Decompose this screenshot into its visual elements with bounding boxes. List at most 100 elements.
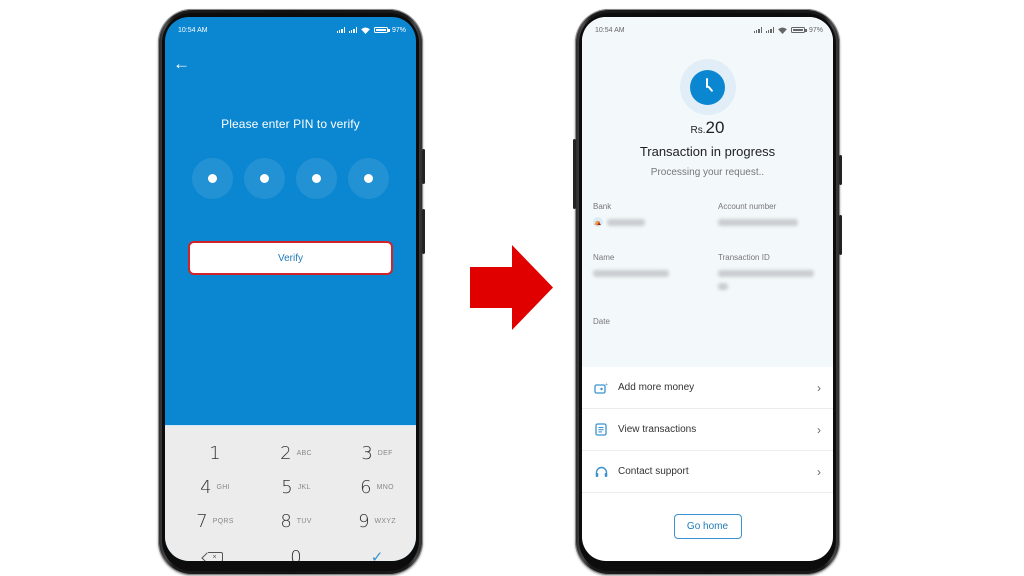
view-transactions-item[interactable]: View transactions › — [582, 409, 833, 451]
key-letters: DEF — [377, 449, 393, 457]
key-0[interactable]: 0 — [256, 540, 336, 562]
clock-icon — [690, 69, 725, 105]
pin-digit-indicator — [192, 158, 233, 199]
key-5[interactable]: 5 JKL — [256, 470, 336, 504]
headset-icon — [594, 465, 608, 479]
status-time: 10:54 AM — [178, 26, 208, 34]
key-1[interactable]: 1 — [175, 436, 255, 470]
key-digit: 7 — [196, 510, 208, 532]
key-letters: TUV — [296, 517, 312, 525]
status-bar: 10:54 AM 97% — [165, 17, 416, 43]
action-label: Add more money — [618, 382, 695, 393]
contact-support-item[interactable]: Contact support › — [582, 451, 833, 493]
volume-button — [422, 149, 425, 184]
key-digit: 2 — [280, 442, 292, 464]
pin-digit-indicator — [296, 158, 337, 199]
currency: Rs. — [690, 125, 706, 136]
pin-screen: 10:54 AM 97% ← Please enter PIN to verif… — [165, 17, 416, 561]
chevron-right-icon: › — [817, 422, 821, 437]
pin-digit-indicator — [348, 158, 389, 199]
transaction-id-redacted — [718, 270, 814, 277]
arrow-left-icon: ← — [173, 54, 190, 73]
status-icon-container — [679, 59, 736, 115]
action-label: View transactions — [618, 424, 697, 435]
key-digit: 0 — [290, 546, 302, 562]
account-number-label: Account number — [718, 202, 777, 211]
key-8[interactable]: 8 TUV — [256, 504, 336, 538]
back-button[interactable]: ← — [173, 55, 190, 72]
status-icons: 97% — [753, 26, 823, 34]
transaction-title: Transaction in progress — [639, 144, 776, 159]
go-home-button[interactable]: Go home — [673, 514, 742, 539]
battery-percent: 97% — [808, 26, 823, 34]
signal-icon — [765, 27, 774, 33]
account-number-redacted — [718, 219, 798, 226]
phone-left: 10:54 AM 97% ← Please enter PIN to verif… — [158, 9, 425, 575]
svg-text:+: + — [605, 382, 608, 388]
key-4[interactable]: 4 GHI — [175, 470, 255, 504]
battery-icon — [373, 27, 390, 33]
key-digit: 5 — [281, 476, 293, 498]
transaction-subtitle: Processing your request.. — [650, 167, 765, 178]
key-letters: ABC — [296, 449, 312, 457]
numeric-keypad: 1 2 ABC 3 DEF 4 GHI 5 JKL 6 MNO 7 PQRS 8… — [165, 425, 416, 561]
transaction-id-redacted-cont — [718, 283, 728, 290]
verify-button[interactable]: Verify — [188, 241, 393, 275]
key-letters: JKL — [297, 483, 311, 491]
transaction-id-label: Transaction ID — [718, 253, 770, 262]
name-label: Name — [593, 253, 615, 262]
key-2[interactable]: 2 ABC — [256, 436, 336, 470]
action-label: Contact support — [618, 466, 689, 477]
key-digit: 6 — [360, 476, 372, 498]
backspace-icon: × — [207, 552, 223, 561]
bank-name-redacted — [607, 219, 645, 226]
signal-icon — [336, 27, 345, 33]
battery-percent: 97% — [391, 26, 406, 34]
key-letters: GHI — [216, 483, 230, 491]
add-more-money-item[interactable]: + Add more money › — [582, 367, 833, 409]
key-digit: 1 — [209, 442, 221, 464]
chevron-right-icon: › — [817, 464, 821, 479]
key-digit: 4 — [200, 476, 212, 498]
arrow-right-icon — [470, 245, 553, 330]
key-3[interactable]: 3 DEF — [337, 436, 416, 470]
status-icons: 97% — [336, 26, 406, 34]
side-button — [573, 139, 576, 209]
wifi-icon — [778, 26, 787, 34]
bank-icon: ⛺ — [593, 217, 603, 227]
document-list-icon — [594, 423, 608, 437]
key-digit: 9 — [358, 510, 370, 532]
key-9[interactable]: 9 WXYZ — [337, 504, 416, 538]
volume-button — [839, 155, 842, 185]
key-letters: PQRS — [212, 517, 234, 525]
signal-icon — [753, 27, 762, 33]
wallet-add-icon: + — [594, 381, 608, 395]
key-letters: WXYZ — [374, 517, 396, 525]
status-time: 10:54 AM — [595, 26, 625, 34]
power-button — [422, 209, 425, 254]
amount-value: 20 — [705, 118, 725, 137]
pin-title: Please enter PIN to verify — [221, 117, 360, 131]
action-list: + Add more money › View transactions › C… — [582, 367, 833, 493]
signal-icon — [348, 27, 357, 33]
chevron-right-icon: › — [817, 380, 821, 395]
wifi-icon — [361, 26, 370, 34]
bank-label: Bank — [593, 202, 612, 211]
key-6[interactable]: 6 MNO — [337, 470, 416, 504]
transaction-screen: 10:54 AM 97% Rs.20 Transaction in progre… — [582, 17, 833, 561]
pin-digit-indicator — [244, 158, 285, 199]
name-redacted — [593, 270, 669, 277]
key-confirm[interactable]: ✓ — [337, 540, 416, 561]
key-backspace[interactable]: × — [175, 540, 255, 561]
transaction-amount: Rs.20 — [582, 118, 833, 138]
key-letters: MNO — [376, 483, 394, 491]
battery-icon — [790, 27, 807, 33]
key-digit: 8 — [280, 510, 292, 532]
power-button — [839, 215, 842, 255]
key-7[interactable]: 7 PQRS — [175, 504, 255, 538]
phone-right: 10:54 AM 97% Rs.20 Transaction in progre… — [573, 9, 842, 575]
key-digit: 3 — [361, 442, 373, 464]
status-bar: 10:54 AM 97% — [582, 17, 833, 43]
checkmark-icon: ✓ — [370, 548, 384, 561]
date-label: Date — [593, 317, 610, 326]
